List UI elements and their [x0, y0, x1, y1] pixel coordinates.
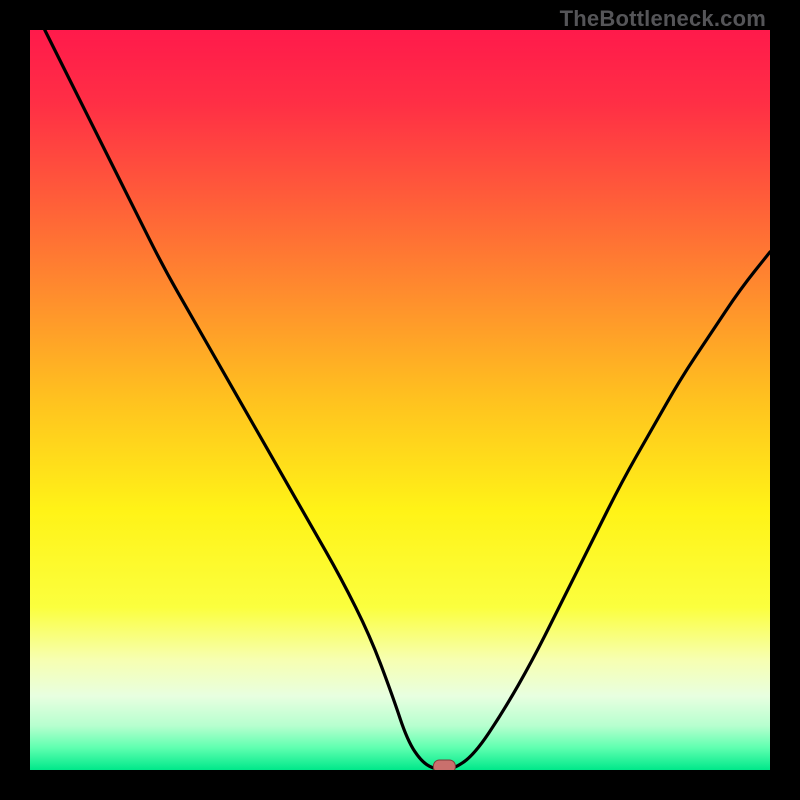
bottleneck-curve: [45, 30, 770, 770]
plot-area: [30, 30, 770, 770]
optimal-point-marker: [433, 760, 455, 770]
curve-layer: [30, 30, 770, 770]
watermark-text: TheBottleneck.com: [560, 6, 766, 32]
chart-frame: TheBottleneck.com: [0, 0, 800, 800]
